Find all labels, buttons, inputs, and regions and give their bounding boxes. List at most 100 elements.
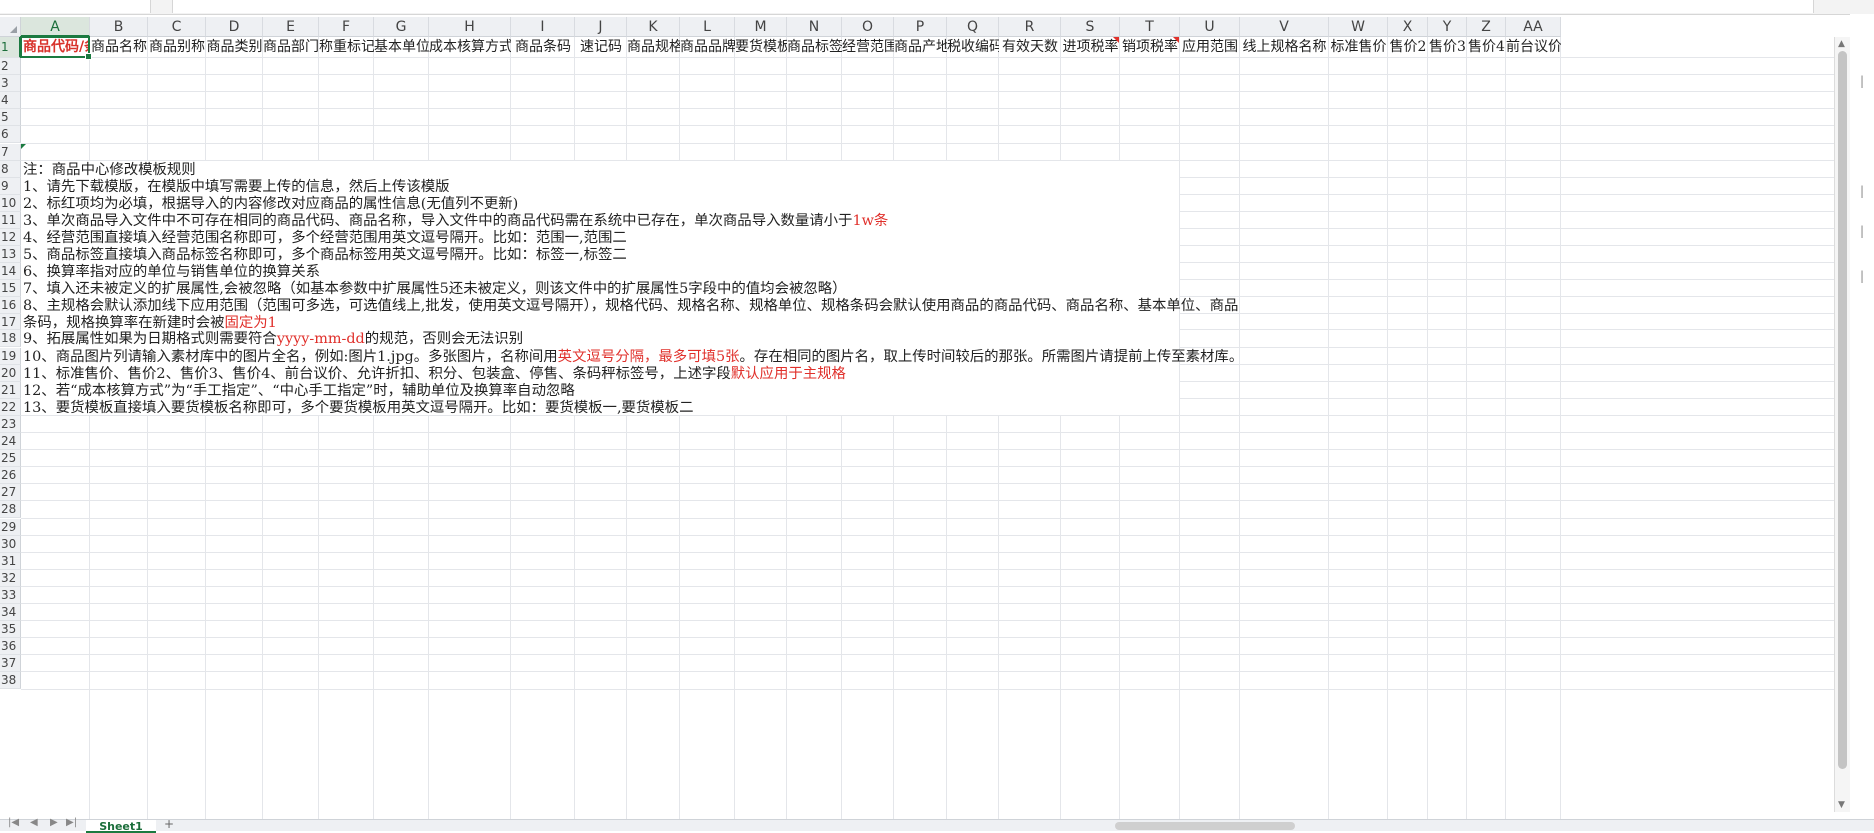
last-sheet-icon[interactable]: ▶|	[66, 817, 77, 828]
header-cell-e[interactable]: 商品部门	[263, 37, 319, 57]
side-panel-icon[interactable]: |	[1860, 184, 1864, 198]
column-header-k[interactable]: K	[627, 17, 680, 37]
row-header-14[interactable]: 14	[0, 263, 21, 281]
side-panel-icon[interactable]: |	[1860, 74, 1864, 88]
row-header-13[interactable]: 13	[0, 246, 21, 264]
row-header-23[interactable]: 23	[0, 415, 21, 433]
name-box[interactable]	[0, 0, 151, 13]
column-header-a[interactable]: A	[21, 17, 90, 37]
header-cell-n[interactable]: 商品标签	[787, 37, 842, 57]
header-cell-z[interactable]: 售价4	[1467, 37, 1506, 57]
row-header-2[interactable]: 2	[0, 58, 21, 76]
row-header-30[interactable]: 30	[0, 535, 21, 553]
prev-sheet-icon[interactable]: ◀	[30, 817, 38, 828]
add-sheet-icon[interactable]: +	[164, 817, 174, 831]
row-header-1[interactable]: 1	[0, 37, 21, 58]
column-header-e[interactable]: E	[263, 17, 319, 37]
column-header-r[interactable]: R	[999, 17, 1061, 37]
column-header-x[interactable]: X	[1388, 17, 1428, 37]
header-cell-s[interactable]: 进项税率	[1061, 37, 1120, 57]
active-cell-a1[interactable]	[20, 36, 92, 60]
row-header-35[interactable]: 35	[0, 621, 21, 639]
row-header-37[interactable]: 37	[0, 655, 21, 673]
header-cell-d[interactable]: 商品类别	[206, 37, 263, 57]
column-header-v[interactable]: V	[1240, 17, 1329, 37]
column-header-c[interactable]: C	[148, 17, 206, 37]
row-header-34[interactable]: 34	[0, 604, 21, 622]
column-header-l[interactable]: L	[680, 17, 735, 37]
row-header-17[interactable]: 17	[0, 313, 21, 331]
row-header-21[interactable]: 21	[0, 381, 21, 399]
row-header-33[interactable]: 33	[0, 586, 21, 604]
header-cell-x[interactable]: 售价2	[1388, 37, 1428, 57]
next-sheet-icon[interactable]: ▶	[50, 817, 58, 828]
header-cell-g[interactable]: 基本单位	[374, 37, 429, 57]
row-header-6[interactable]: 6	[0, 126, 21, 144]
header-cell-m[interactable]: 要货模板	[735, 37, 787, 57]
row-header-20[interactable]: 20	[0, 364, 21, 382]
header-cell-v[interactable]: 线上规格名称	[1240, 37, 1329, 57]
vertical-scrollbar[interactable]: ▲ ▼	[1834, 37, 1851, 812]
scrollbar-thumb[interactable]	[1838, 51, 1847, 769]
row-header-4[interactable]: 4	[0, 92, 21, 110]
column-header-y[interactable]: Y	[1428, 17, 1467, 37]
select-all-corner[interactable]	[0, 17, 21, 37]
row-header-19[interactable]: 19	[0, 347, 21, 365]
row-header-7[interactable]: 7	[0, 143, 21, 161]
row-header-22[interactable]: 22	[0, 398, 21, 416]
row-header-16[interactable]: 16	[0, 297, 21, 314]
scroll-down-icon[interactable]: ▼	[1838, 800, 1845, 810]
row-header-28[interactable]: 28	[0, 501, 21, 519]
header-cell-l[interactable]: 商品品牌	[680, 37, 735, 57]
first-sheet-icon[interactable]: |◀	[8, 817, 19, 828]
header-cell-aa[interactable]: 前台议价	[1506, 37, 1561, 57]
column-header-q[interactable]: Q	[947, 17, 999, 37]
header-cell-h[interactable]: 成本核算方式	[429, 37, 511, 57]
column-header-m[interactable]: M	[735, 17, 787, 37]
column-header-i[interactable]: I	[511, 17, 575, 37]
row-header-10[interactable]: 10	[0, 194, 21, 212]
row-header-31[interactable]: 31	[0, 552, 21, 570]
header-cell-i[interactable]: 商品条码	[511, 37, 575, 57]
row-header-5[interactable]: 5	[0, 109, 21, 127]
row-header-32[interactable]: 32	[0, 569, 21, 587]
header-cell-q[interactable]: 税收编码	[947, 37, 999, 57]
header-cell-o[interactable]: 经营范围	[842, 37, 894, 57]
column-header-t[interactable]: T	[1120, 17, 1180, 37]
header-cell-p[interactable]: 商品产地	[894, 37, 947, 57]
header-cell-k[interactable]: 商品规格	[627, 37, 680, 57]
column-header-b[interactable]: B	[90, 17, 148, 37]
row-header-15[interactable]: 15	[0, 280, 21, 298]
sheet-tab-sheet1[interactable]: Sheet1	[86, 820, 156, 833]
header-cell-r[interactable]: 有效天数	[999, 37, 1061, 57]
row-header-38[interactable]: 38	[0, 672, 21, 690]
row-header-36[interactable]: 36	[0, 638, 21, 656]
header-cell-j[interactable]: 速记码	[575, 37, 627, 57]
column-header-u[interactable]: U	[1180, 17, 1240, 37]
column-header-z[interactable]: Z	[1467, 17, 1506, 37]
column-header-j[interactable]: J	[575, 17, 627, 37]
header-cell-u[interactable]: 应用范围	[1180, 37, 1240, 57]
row-header-24[interactable]: 24	[0, 433, 21, 451]
column-header-n[interactable]: N	[787, 17, 842, 37]
column-header-s[interactable]: S	[1061, 17, 1120, 37]
row-header-9[interactable]: 9	[0, 177, 21, 195]
column-header-o[interactable]: O	[842, 17, 894, 37]
horizontal-scrollbar-thumb[interactable]	[1115, 822, 1295, 830]
header-cell-b[interactable]: 商品名称	[90, 37, 148, 57]
column-header-aa[interactable]: AA	[1506, 17, 1561, 37]
column-header-w[interactable]: W	[1329, 17, 1388, 37]
header-cell-c[interactable]: 商品别称	[148, 37, 206, 57]
side-panel-icon[interactable]: |	[1860, 224, 1864, 238]
column-header-f[interactable]: F	[319, 17, 374, 37]
column-header-g[interactable]: G	[374, 17, 429, 37]
column-header-d[interactable]: D	[206, 17, 263, 37]
row-header-11[interactable]: 11	[0, 211, 21, 229]
side-panel-icon[interactable]: |	[1860, 269, 1864, 283]
header-cell-w[interactable]: 标准售价	[1329, 37, 1388, 57]
header-cell-t[interactable]: 销项税率	[1120, 37, 1180, 57]
row-header-26[interactable]: 26	[0, 467, 21, 485]
formula-input[interactable]	[172, 0, 1814, 13]
row-header-27[interactable]: 27	[0, 484, 21, 502]
column-header-h[interactable]: H	[429, 17, 511, 37]
